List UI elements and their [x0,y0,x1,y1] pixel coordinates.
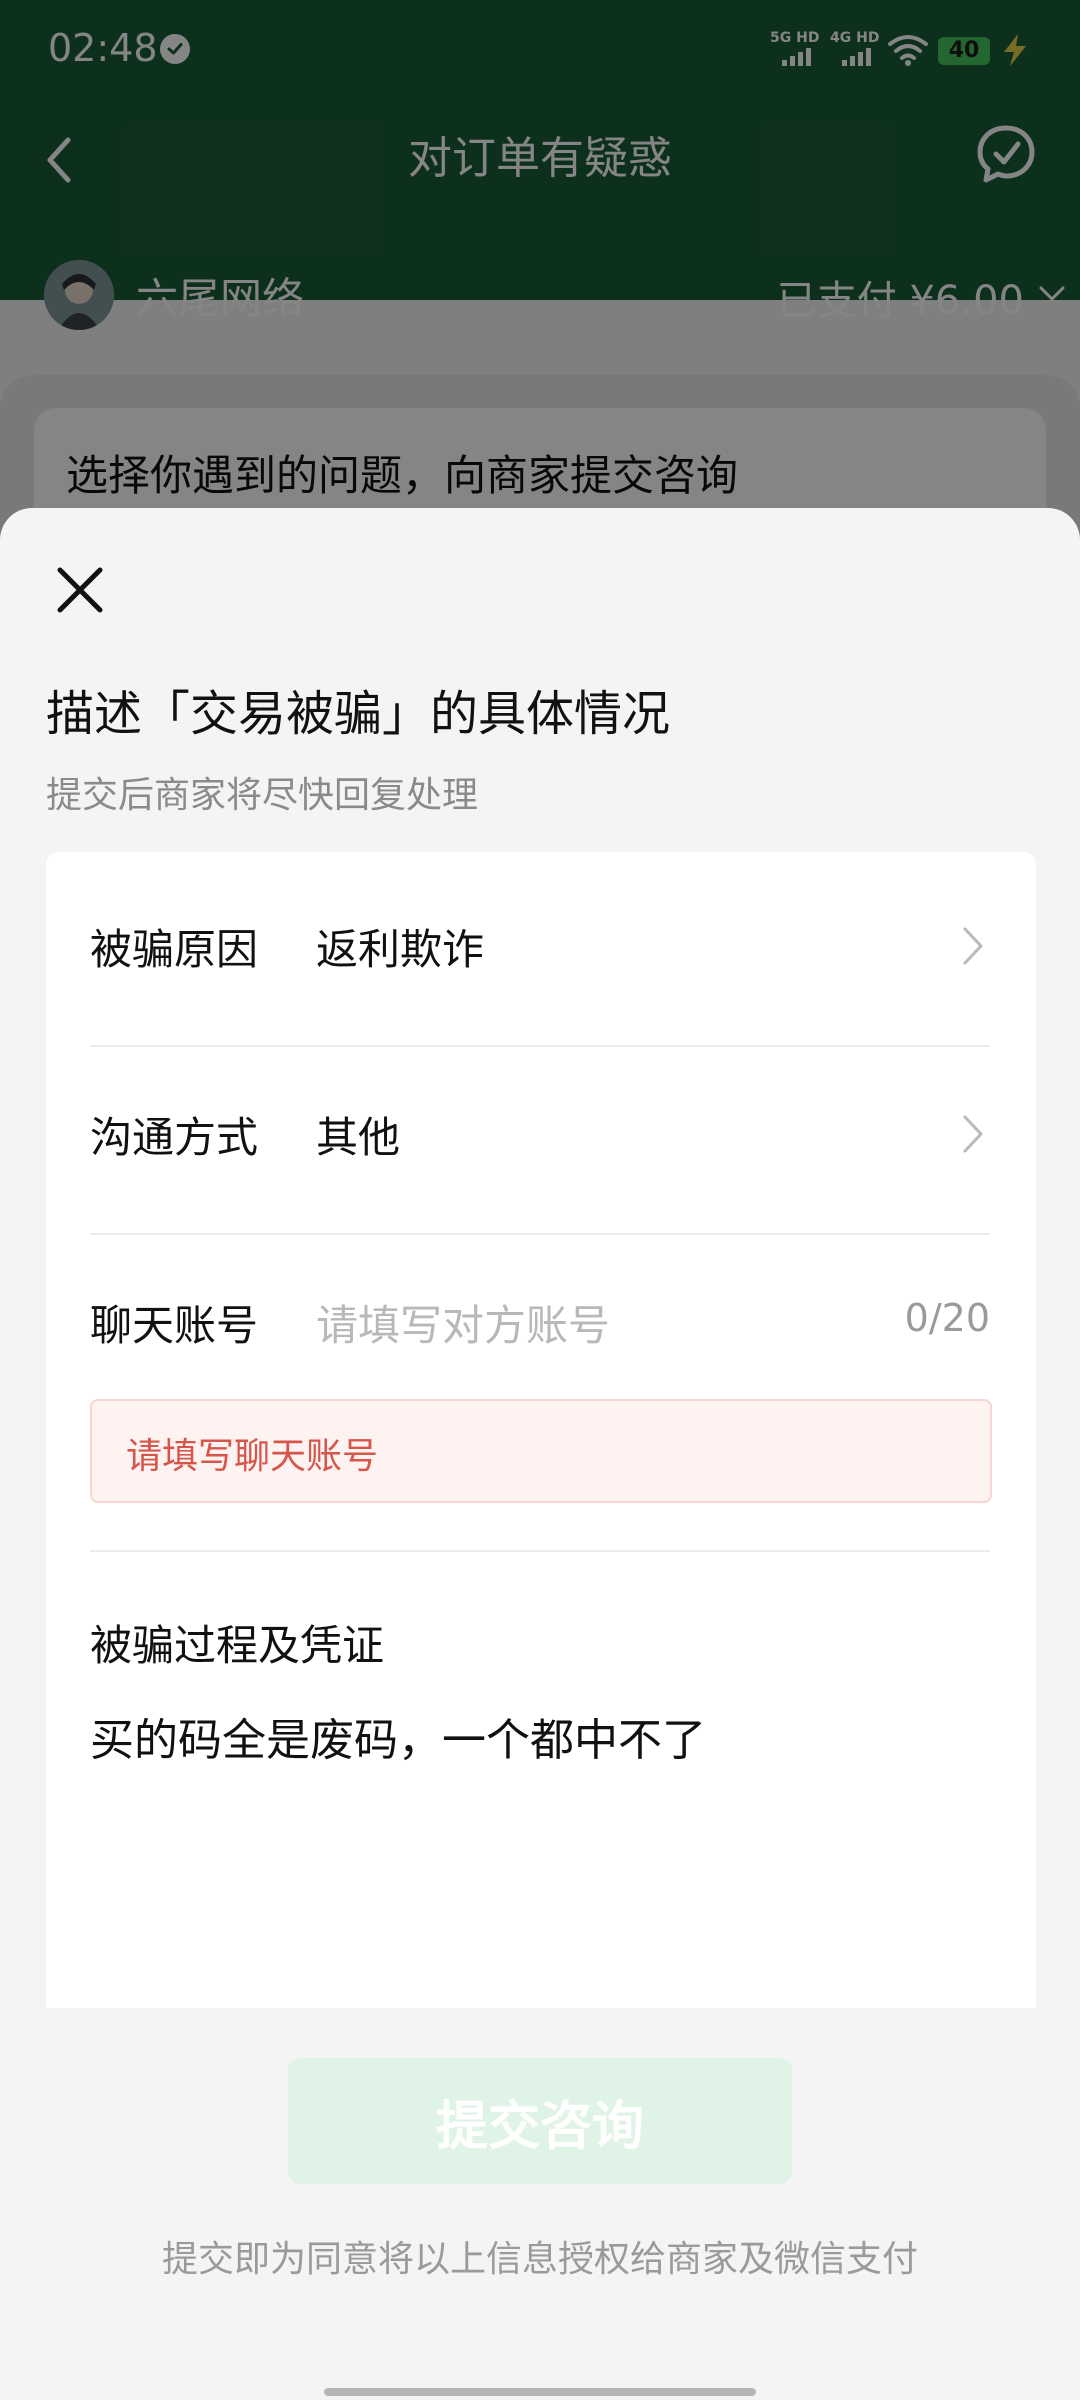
form-card: 被骗原因 返利欺诈 沟通方式 其他 聊天账号 请填写对方账号 0/20 请填写聊… [46,852,1036,2008]
chevron-right-icon [962,926,984,970]
process-label: 被骗过程及凭证 [90,1621,385,1670]
method-value: 其他 [316,1113,401,1162]
account-input[interactable]: 请填写对方账号 [316,1292,610,1353]
account-label: 聊天账号 [90,1301,259,1350]
chevron-right-icon [962,1114,984,1158]
home-indicator[interactable] [324,2388,756,2396]
agreement-text: 提交即为同意将以上信息授权给商家及微信支付 [161,2239,918,2280]
account-counter: 0/20 [904,1296,990,1340]
reason-row[interactable]: 被骗原因 返利欺诈 [90,916,990,976]
process-textarea[interactable]: 买的码全是废码，一个都中不了 [90,1704,706,1768]
account-row[interactable]: 聊天账号 请填写对方账号 0/20 [90,1292,990,1352]
method-row[interactable]: 沟通方式 其他 [90,1104,990,1164]
submit-button[interactable]: 提交咨询 [288,2058,792,2184]
reason-label: 被骗原因 [90,925,259,974]
sheet-subtitle: 提交后商家将尽快回复处理 [46,775,479,816]
divider [90,1233,990,1235]
account-error: 请填写聊天账号 [90,1399,992,1503]
reason-value: 返利欺诈 [316,925,485,974]
divider [90,1550,990,1552]
divider [90,1045,990,1047]
close-icon[interactable] [52,562,108,618]
sheet-title: 描述「交易被骗」的具体情况 [46,686,671,742]
bottom-sheet: 描述「交易被骗」的具体情况 提交后商家将尽快回复处理 被骗原因 返利欺诈 沟通方… [0,508,1080,2400]
method-label: 沟通方式 [90,1113,259,1162]
error-message: 请填写聊天账号 [126,1436,379,1477]
